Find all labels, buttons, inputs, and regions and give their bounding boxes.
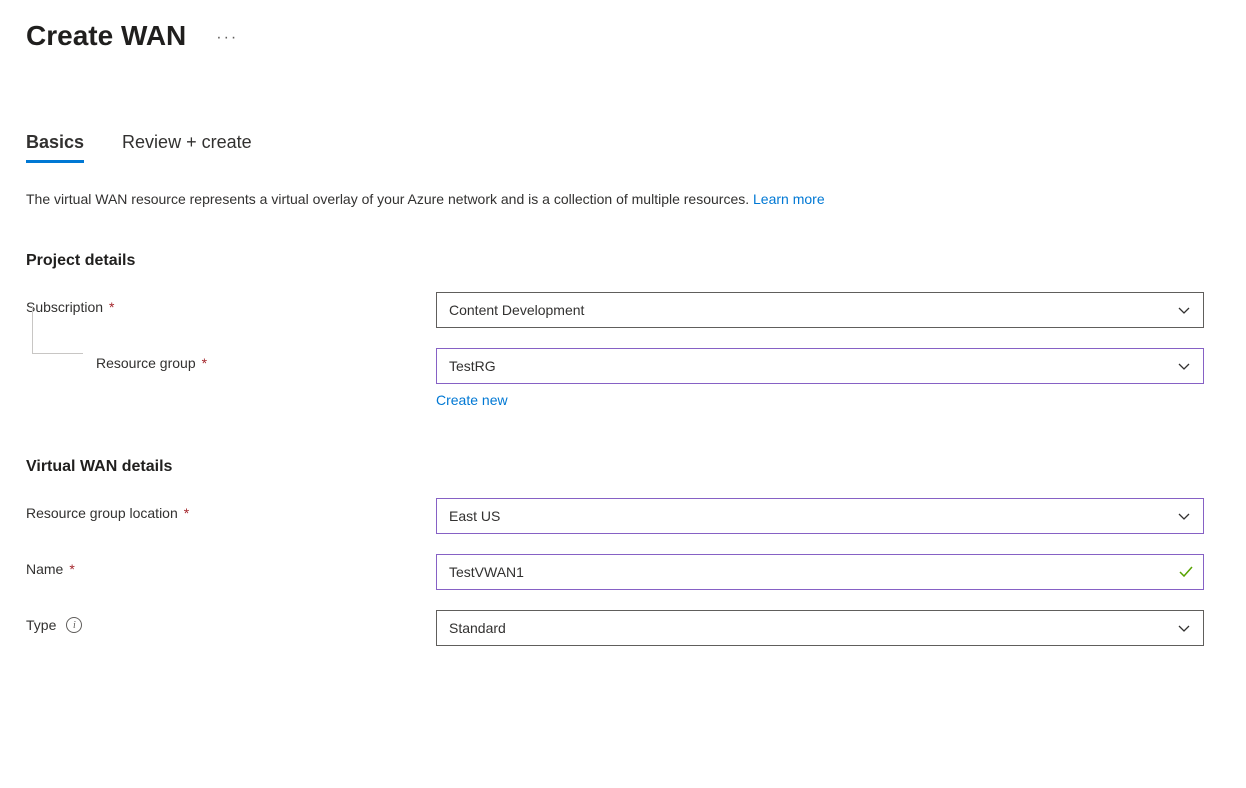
field-type: Type i Standard: [26, 610, 1220, 646]
type-dropdown[interactable]: Standard: [436, 610, 1204, 646]
name-label: Name *: [26, 554, 436, 577]
type-label: Type i: [26, 610, 436, 633]
subscription-label: Subscription *: [26, 292, 436, 315]
chevron-down-icon: [1177, 621, 1191, 635]
chevron-down-icon: [1177, 509, 1191, 523]
field-name: Name *: [26, 554, 1220, 590]
resource-group-dropdown[interactable]: TestRG: [436, 348, 1204, 384]
check-icon: [1178, 564, 1194, 580]
section-project-details: Project details: [26, 252, 1220, 270]
more-actions-icon[interactable]: ···: [216, 25, 238, 47]
location-label: Resource group location *: [26, 498, 436, 521]
required-indicator: *: [184, 505, 189, 521]
description-body: The virtual WAN resource represents a vi…: [26, 191, 753, 207]
tab-review-create[interactable]: Review + create: [122, 132, 252, 161]
resource-group-label: Resource group *: [26, 348, 436, 371]
chevron-down-icon: [1177, 359, 1191, 373]
location-value: East US: [449, 508, 500, 524]
page-header: Create WAN ···: [26, 20, 1220, 52]
tab-bar: Basics Review + create: [26, 132, 1220, 161]
field-subscription: Subscription * Content Development: [26, 292, 1220, 328]
chevron-down-icon: [1177, 303, 1191, 317]
type-value: Standard: [449, 620, 506, 636]
required-indicator: *: [69, 561, 74, 577]
location-dropdown[interactable]: East US: [436, 498, 1204, 534]
learn-more-link[interactable]: Learn more: [753, 191, 825, 207]
field-resource-group: Resource group * TestRG Create new: [26, 348, 1220, 408]
resource-group-value: TestRG: [449, 358, 496, 374]
info-icon[interactable]: i: [66, 617, 82, 633]
description-text: The virtual WAN resource represents a vi…: [26, 189, 1206, 210]
required-indicator: *: [109, 299, 114, 315]
name-input[interactable]: [436, 554, 1204, 590]
tab-basics[interactable]: Basics: [26, 132, 84, 161]
subscription-dropdown[interactable]: Content Development: [436, 292, 1204, 328]
field-location: Resource group location * East US: [26, 498, 1220, 534]
section-vwan-details: Virtual WAN details: [26, 458, 1220, 476]
subscription-value: Content Development: [449, 302, 584, 318]
required-indicator: *: [202, 355, 207, 371]
page-title: Create WAN: [26, 20, 186, 52]
create-new-link[interactable]: Create new: [436, 392, 508, 408]
